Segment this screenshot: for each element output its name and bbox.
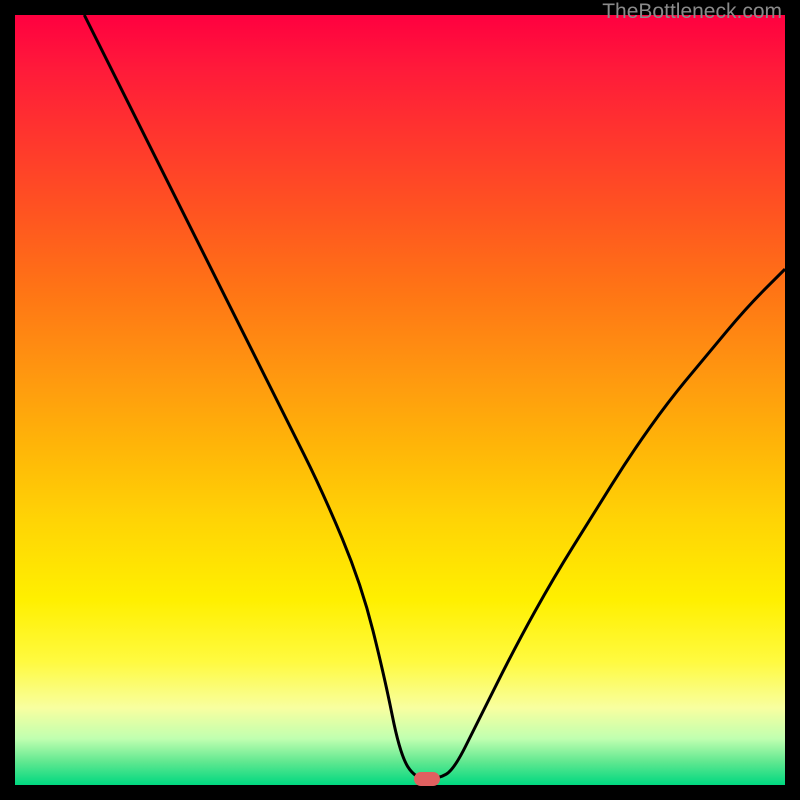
- bottleneck-curve: [84, 15, 785, 779]
- chart-container: TheBottleneck.com: [0, 0, 800, 800]
- watermark-text: TheBottleneck.com: [602, 0, 782, 24]
- optimum-marker: [414, 772, 440, 786]
- curve-svg: [15, 15, 785, 785]
- plot-area: [15, 15, 785, 785]
